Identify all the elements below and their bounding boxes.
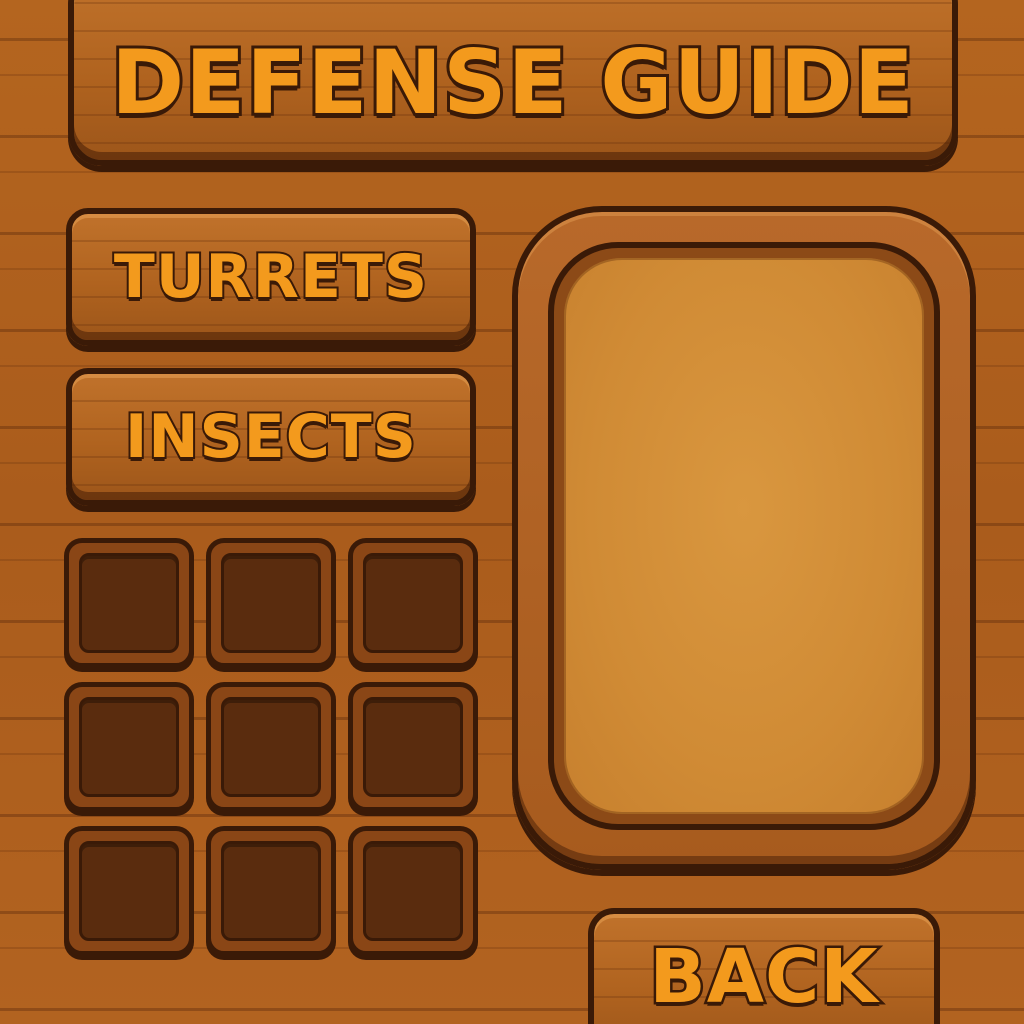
insects-tab-button[interactable]: INSECTS [66,368,476,506]
info-panel-frame [512,206,976,870]
back-label: BACK [647,934,880,1020]
back-button[interactable]: BACK [588,908,940,1024]
turrets-label: TURRETS [112,242,429,312]
item-slot-grid [64,538,478,958]
turrets-tab-button[interactable]: TURRETS [66,208,476,346]
item-slot-3[interactable] [348,538,478,668]
item-slot-2[interactable] [206,538,336,668]
title-banner: DEFENSE GUIDE [68,0,958,166]
item-slot-8[interactable] [206,826,336,956]
info-panel-display [564,258,924,814]
info-panel-rim [548,242,940,830]
page-title: DEFENSE GUIDE [108,31,917,134]
item-slot-6[interactable] [348,682,478,812]
insects-label: INSECTS [123,402,418,472]
item-slot-1[interactable] [64,538,194,668]
item-slot-9[interactable] [348,826,478,956]
item-slot-4[interactable] [64,682,194,812]
item-slot-5[interactable] [206,682,336,812]
item-slot-7[interactable] [64,826,194,956]
